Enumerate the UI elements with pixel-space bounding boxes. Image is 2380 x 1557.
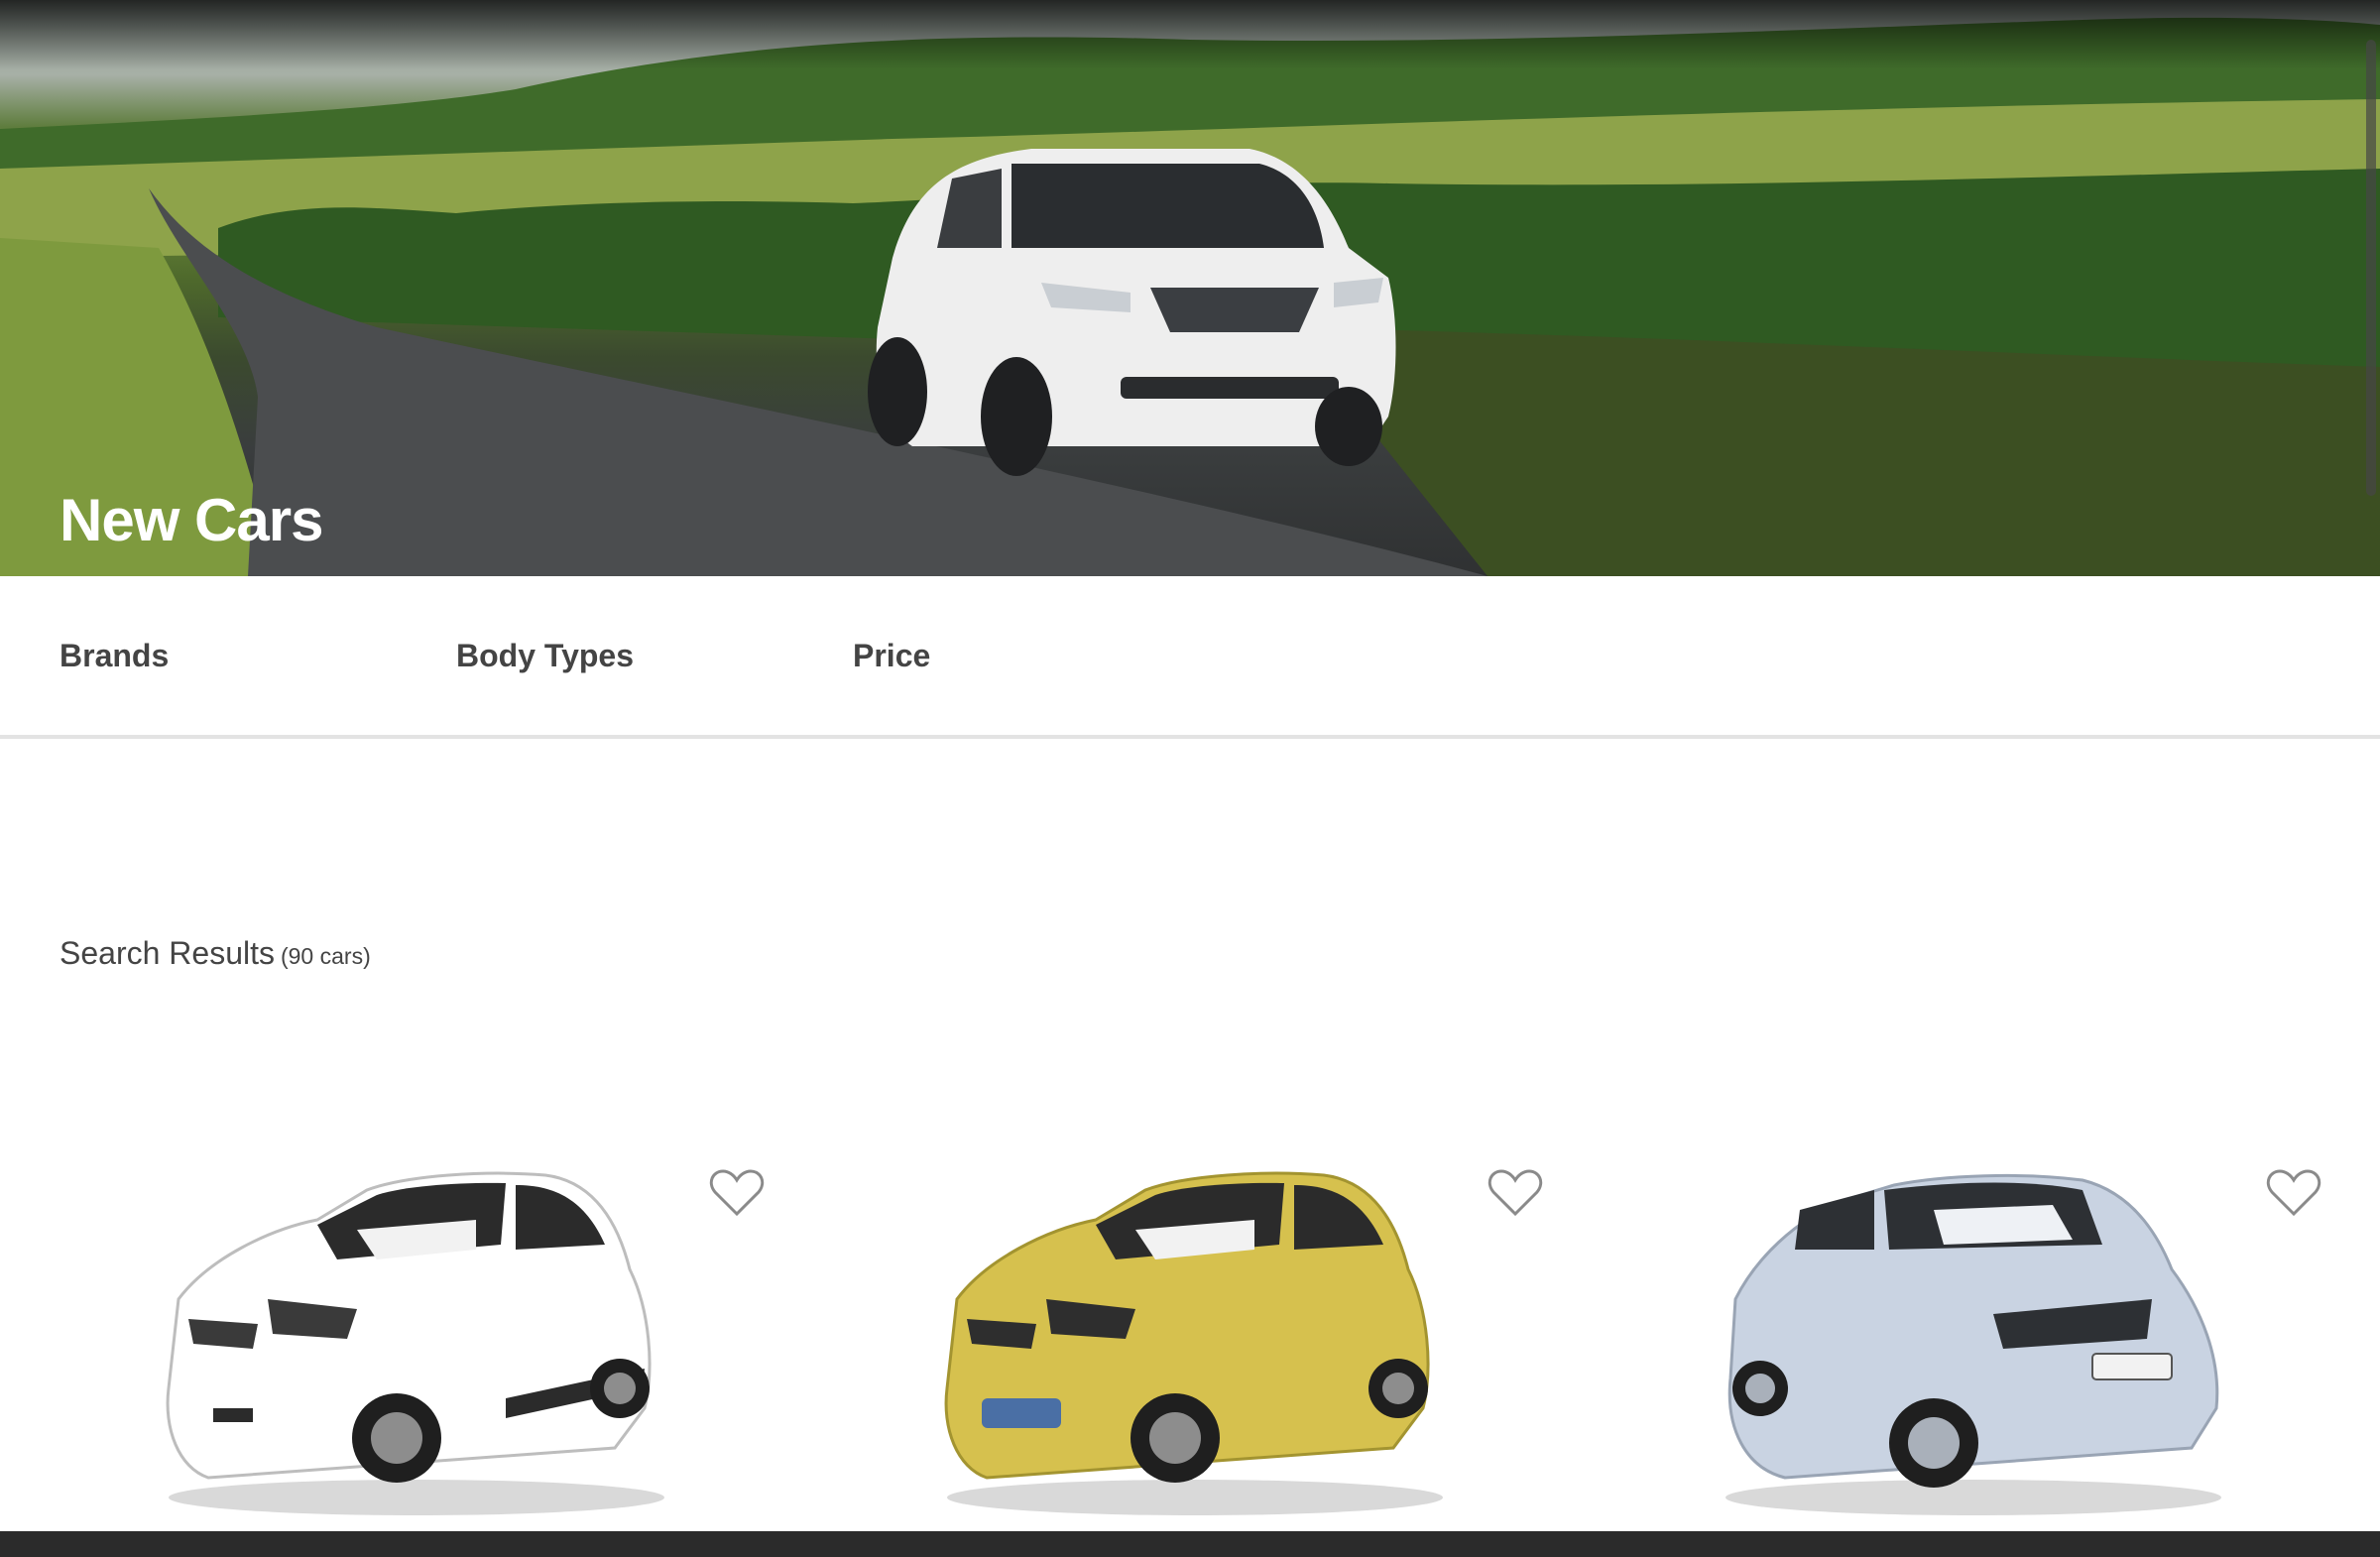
hero-top-shade: [0, 0, 2380, 69]
favorite-heart-icon[interactable]: [709, 1168, 765, 1218]
hero-banner: New Cars: [0, 0, 2380, 576]
tab-body-types[interactable]: Body Types: [456, 638, 634, 674]
car-image[interactable]: [149, 1150, 704, 1527]
car-card[interactable]: [1706, 1150, 2380, 1527]
hero-suv-illustration: [868, 149, 1396, 476]
page-title: New Cars: [60, 487, 323, 553]
favorite-heart-icon[interactable]: [1488, 1168, 1543, 1218]
car-card[interactable]: [927, 1150, 1641, 1527]
scrollbar-thumb[interactable]: [2366, 40, 2376, 496]
hero-landscape-image: [0, 17, 2380, 576]
tab-brands[interactable]: Brands: [60, 638, 169, 674]
car-image[interactable]: [1706, 1150, 2261, 1527]
filter-bar: Brands Body Types Price: [0, 576, 2380, 739]
search-results-label: Search Results: [60, 935, 275, 971]
search-results-heading: Search Results (90 cars): [60, 935, 371, 972]
tab-price[interactable]: Price: [853, 638, 930, 674]
car-image[interactable]: [927, 1150, 1483, 1527]
car-card[interactable]: [149, 1150, 863, 1527]
footer-bar: [0, 1531, 2380, 1557]
favorite-heart-icon[interactable]: [2266, 1168, 2321, 1218]
search-results-count: (90 cars): [280, 943, 371, 969]
